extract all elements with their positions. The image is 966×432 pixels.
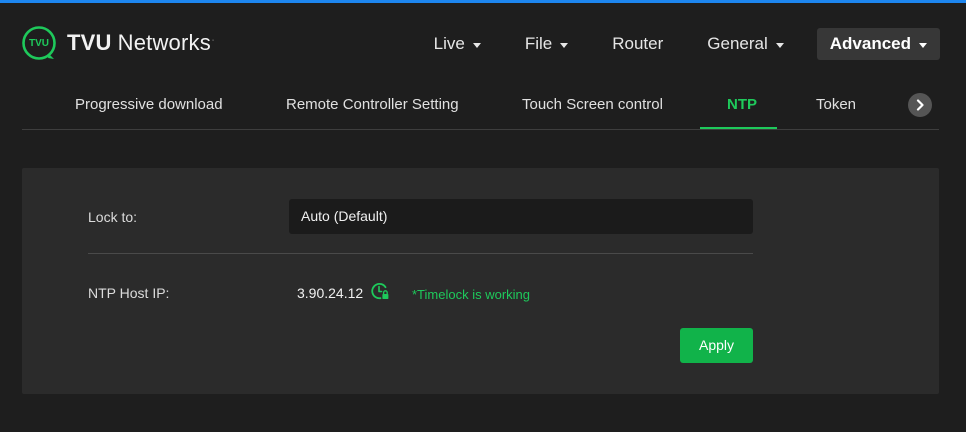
sub-tabs: Progressive download Remote Controller S…: [22, 81, 939, 130]
tab-touch-screen-control[interactable]: Touch Screen control: [522, 81, 663, 129]
tab-ntp[interactable]: NTP: [727, 81, 757, 129]
nav-live[interactable]: Live: [434, 28, 481, 60]
nav-router-label: Router: [612, 34, 664, 53]
tab-remote-controller-setting[interactable]: Remote Controller Setting: [286, 81, 459, 129]
tvu-logo-icon: TVU: [22, 26, 56, 60]
tabs-next-button[interactable]: [908, 93, 932, 117]
tab-token[interactable]: Token: [816, 81, 856, 129]
brand-trademark: ·: [211, 36, 215, 44]
top-navigation: Live File Router General Advanced: [434, 28, 940, 60]
brand-name: TVU Networks·: [67, 30, 214, 56]
brand-logo[interactable]: TVU TVU Networks·: [21, 25, 214, 61]
logo-mark-text: TVU: [29, 38, 49, 49]
chevron-right-icon: [916, 99, 924, 111]
caret-down-icon: [472, 42, 481, 48]
nav-general[interactable]: General: [707, 28, 784, 60]
brand-name-bold: TVU: [67, 30, 112, 55]
nav-general-label: General: [707, 34, 768, 53]
brand-name-rest: Networks: [117, 30, 211, 55]
active-tab-indicator: [700, 127, 777, 129]
caret-down-icon: [560, 42, 569, 48]
header: TVU TVU Networks· Live File Router Genera…: [0, 3, 966, 81]
ntp-settings-panel: Lock to: Auto (Default) NTP Host IP: 3.9…: [22, 168, 939, 394]
divider: [88, 253, 753, 254]
timelock-status-text: *Timelock is working: [412, 287, 530, 302]
tab-progressive-download[interactable]: Progressive download: [75, 81, 223, 129]
nav-file[interactable]: File: [524, 28, 569, 60]
caret-down-icon: [919, 42, 927, 48]
clock-lock-icon[interactable]: [370, 281, 390, 301]
apply-button[interactable]: Apply: [680, 328, 753, 363]
nav-advanced[interactable]: Advanced: [816, 28, 940, 60]
lock-to-label: Lock to:: [88, 209, 138, 225]
ntp-host-ip-label: NTP Host IP:: [88, 285, 170, 301]
caret-down-icon: [775, 42, 784, 48]
lock-to-select[interactable]: Auto (Default): [289, 199, 753, 234]
ntp-host-ip-value: 3.90.24.12: [297, 285, 364, 301]
nav-advanced-label: Advanced: [829, 34, 911, 53]
nav-file-label: File: [524, 34, 553, 53]
page: TVU TVU Networks· Live File Router Genera…: [0, 0, 966, 432]
nav-live-label: Live: [433, 34, 465, 53]
nav-router[interactable]: Router: [612, 28, 663, 60]
